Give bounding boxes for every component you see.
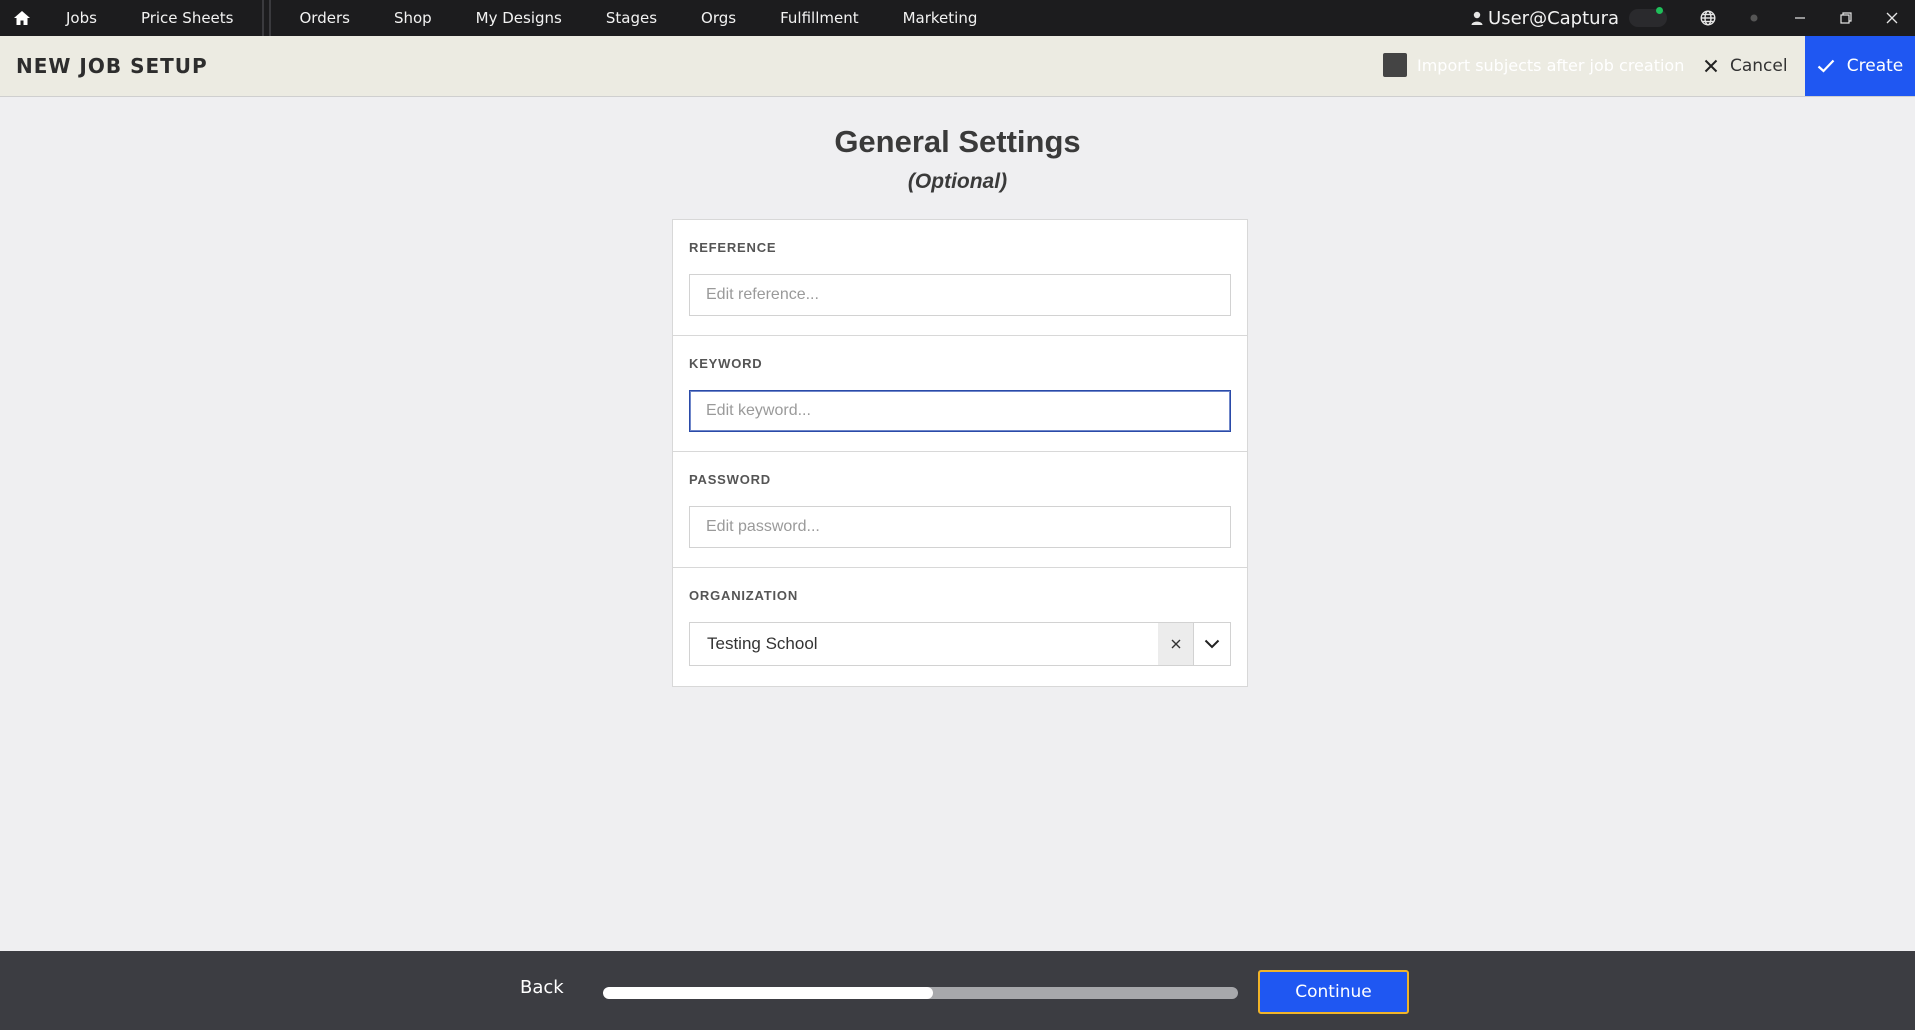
section-title: General Settings xyxy=(834,124,1081,159)
reference-section: REFERENCE xyxy=(673,220,1247,336)
home-icon xyxy=(14,11,30,25)
user-menu[interactable]: User@Captura xyxy=(1471,8,1619,29)
nav-fulfillment[interactable]: Fulfillment xyxy=(758,0,881,36)
organization-dropdown-toggle[interactable] xyxy=(1194,623,1230,665)
keyword-input[interactable] xyxy=(689,390,1231,432)
close-window-button[interactable] xyxy=(1869,0,1915,36)
nav-orders[interactable]: Orders xyxy=(277,0,371,36)
nav-stages[interactable]: Stages xyxy=(584,0,679,36)
nav-jobs[interactable]: Jobs xyxy=(44,0,119,36)
wizard-footer: Back Continue xyxy=(0,951,1915,1030)
restore-icon xyxy=(1840,12,1852,24)
chevron-down-icon xyxy=(1204,639,1220,649)
page-header: NEW JOB SETUP Import subjects after job … xyxy=(0,36,1915,97)
password-section: PASSWORD xyxy=(673,452,1247,568)
organization-value: Testing School xyxy=(707,634,818,653)
reference-input[interactable] xyxy=(689,274,1231,316)
close-icon xyxy=(1886,12,1898,24)
nav-price-sheets[interactable]: Price Sheets xyxy=(119,0,256,36)
language-button[interactable] xyxy=(1685,0,1731,36)
keyword-section: KEYWORD xyxy=(673,336,1247,452)
create-button[interactable]: Create xyxy=(1805,36,1915,96)
nav-shop[interactable]: Shop xyxy=(372,0,454,36)
restore-button[interactable] xyxy=(1823,0,1869,36)
create-label: Create xyxy=(1846,56,1904,76)
import-subjects-checkbox[interactable] xyxy=(1383,53,1407,77)
progress-fill xyxy=(603,987,934,999)
section-subtitle: (Optional) xyxy=(907,170,1008,193)
nav-divider xyxy=(255,0,277,36)
reference-label: REFERENCE xyxy=(689,240,777,255)
top-nav-bar: Jobs Price Sheets Orders Shop My Designs… xyxy=(0,0,1915,36)
close-icon xyxy=(1171,639,1180,649)
nav-my-designs[interactable]: My Designs xyxy=(454,0,584,36)
check-icon xyxy=(1817,59,1835,73)
keyword-label: KEYWORD xyxy=(689,356,763,371)
status-toggle[interactable] xyxy=(1629,7,1667,27)
status-indicator xyxy=(1731,0,1777,36)
back-button[interactable]: Back xyxy=(520,977,564,998)
minimize-icon xyxy=(1795,17,1805,19)
cancel-button[interactable]: Cancel xyxy=(1704,51,1788,81)
cancel-label: Cancel xyxy=(1730,56,1788,76)
organization-select[interactable]: Testing School xyxy=(689,622,1231,666)
continue-button[interactable]: Continue xyxy=(1258,970,1409,1014)
minimize-button[interactable] xyxy=(1777,0,1823,36)
import-subjects-option[interactable]: Import subjects after job creation xyxy=(1383,53,1684,77)
progress-bar xyxy=(603,987,1238,999)
dot-icon xyxy=(1750,14,1758,22)
home-button[interactable] xyxy=(0,0,44,36)
import-subjects-label: Import subjects after job creation xyxy=(1417,55,1685,75)
user-name: User@Captura xyxy=(1488,7,1619,29)
organization-label: ORGANIZATION xyxy=(689,588,799,603)
online-status-dot xyxy=(1656,7,1663,14)
password-label: PASSWORD xyxy=(689,472,771,487)
page-title: NEW JOB SETUP xyxy=(16,54,208,78)
password-input[interactable] xyxy=(689,506,1231,548)
nav-marketing[interactable]: Marketing xyxy=(881,0,1000,36)
nav-orgs[interactable]: Orgs xyxy=(679,0,758,36)
clear-organization-button[interactable] xyxy=(1158,623,1194,665)
globe-icon xyxy=(1700,10,1716,26)
organization-section: ORGANIZATION Testing School xyxy=(673,568,1247,684)
user-icon xyxy=(1471,11,1483,25)
general-settings-card: REFERENCE KEYWORD PASSWORD ORGANIZATION … xyxy=(672,219,1248,687)
close-icon xyxy=(1704,59,1718,73)
